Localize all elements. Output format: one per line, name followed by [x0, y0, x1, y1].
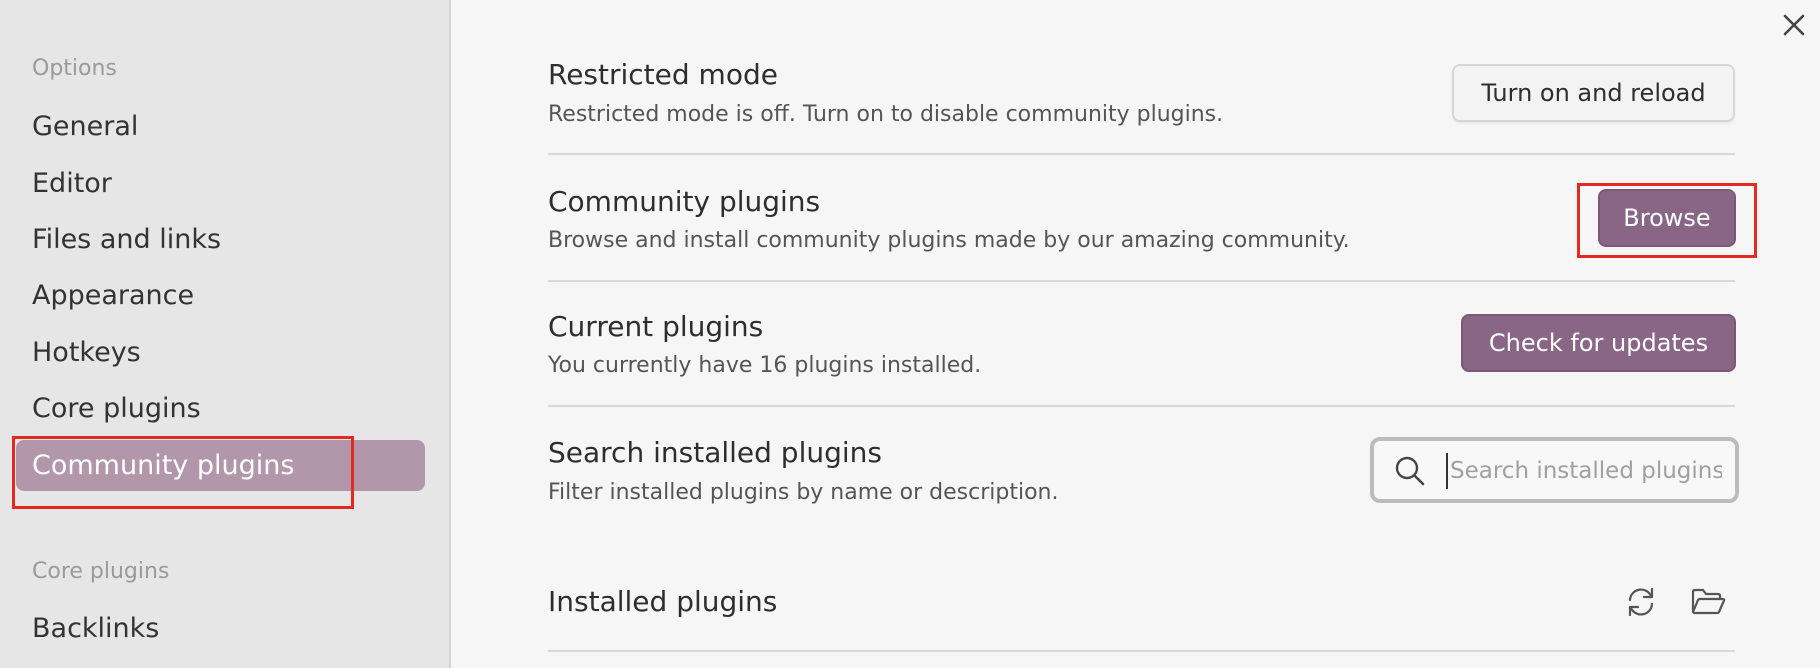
reload-plugins-button[interactable]	[1621, 582, 1661, 622]
setting-description: Filter installed plugins by name or desc…	[548, 480, 1059, 505]
sidebar-item-backlinks[interactable]: Backlinks	[16, 603, 425, 654]
setting-name: Search installed plugins	[548, 436, 882, 469]
search-installed-plugins-input[interactable]	[1446, 453, 1722, 489]
setting-description: Restricted mode is off. Turn on to disab…	[548, 102, 1224, 127]
sidebar-item-core-plugins[interactable]: Core plugins	[16, 383, 425, 434]
setting-community-plugins: Community plugins Browse and install com…	[548, 185, 1735, 282]
setting-name: Restricted mode	[548, 58, 778, 91]
sidebar-section-core-plugins: Core plugins	[32, 559, 170, 584]
search-installed-plugins-box[interactable]	[1370, 437, 1739, 503]
settings-sidebar: Options General Editor Files and links A…	[0, 0, 451, 668]
search-icon	[1395, 456, 1425, 486]
setting-description: You currently have 16 plugins installed.	[548, 353, 982, 378]
reload-icon	[1628, 587, 1654, 617]
sidebar-item-editor[interactable]: Editor	[16, 158, 425, 209]
open-plugins-folder-button[interactable]	[1688, 582, 1728, 622]
installed-plugins-divider	[548, 650, 1735, 652]
browse-button[interactable]: Browse	[1598, 189, 1736, 247]
setting-name: Current plugins	[548, 310, 764, 343]
sidebar-item-hotkeys[interactable]: Hotkeys	[16, 327, 425, 378]
installed-plugins-heading: Installed plugins	[548, 585, 778, 618]
sidebar-section-options: Options	[32, 56, 117, 81]
setting-description: Browse and install community plugins mad…	[548, 228, 1350, 253]
check-for-updates-button[interactable]: Check for updates	[1461, 314, 1736, 372]
sidebar-item-community-plugins[interactable]: Community plugins	[16, 440, 425, 491]
folder-open-icon	[1691, 588, 1726, 615]
setting-name: Community plugins	[548, 185, 821, 218]
sidebar-item-appearance[interactable]: Appearance	[16, 270, 425, 321]
close-icon	[1783, 14, 1805, 36]
turn-on-and-reload-button[interactable]: Turn on and reload	[1452, 64, 1735, 122]
sidebar-item-general[interactable]: General	[16, 101, 425, 152]
close-button[interactable]	[1779, 10, 1809, 40]
sidebar-item-files-and-links[interactable]: Files and links	[16, 214, 425, 265]
